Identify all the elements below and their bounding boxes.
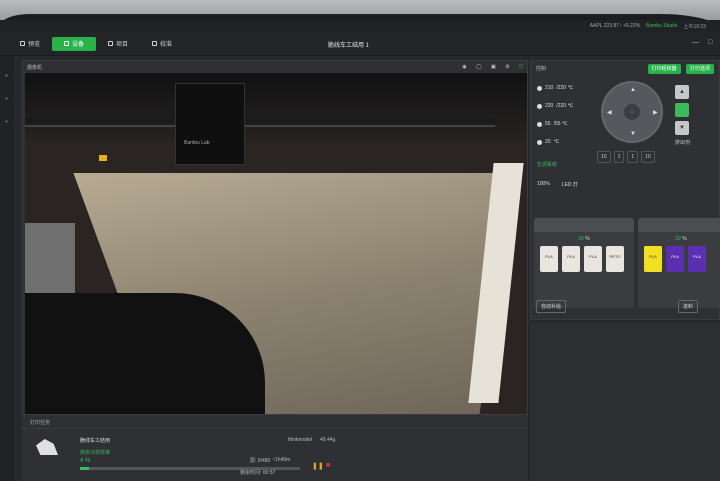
- print-checker-button[interactable]: 打印经核器: [647, 63, 681, 74]
- status-app: Bambu Studio: [646, 23, 678, 29]
- ams-slot[interactable]: PLA: [584, 246, 602, 272]
- camera-header: 摄像机: [27, 65, 43, 71]
- ams-slot[interactable]: PLA: [562, 246, 580, 272]
- chamber-icon: [537, 139, 542, 145]
- control-header: 控制: [536, 65, 547, 72]
- task-name: 脆线车工结用: [80, 438, 111, 444]
- ams-unit-header[interactable]: [638, 218, 720, 232]
- record-icon[interactable]: ◉: [462, 64, 466, 70]
- fan-system-label[interactable]: 空调系统: [537, 161, 557, 168]
- jog-step-button[interactable]: 1: [613, 151, 625, 163]
- sidebar-item-icon[interactable]: ▸: [0, 118, 14, 125]
- tab-preview[interactable]: 预览: [8, 37, 52, 51]
- nozzle-icon: [537, 85, 542, 91]
- bambu-studio-window: 预览 设备 项目 校准 脆线车工结用 1 — □ ▸ ▸ ▸ 摄像机 ◉ ◯ ▣…: [0, 32, 720, 481]
- print-task-panel: 打印任务 脆线车工结用 热床冷却校准 4 % 层: 0/480 ~1h40m 剩…: [22, 414, 528, 481]
- camera-panel: 摄像机 ◉ ◯ ▣ ⚙ ⏻ Bambu Lab ⚙: [22, 60, 528, 432]
- task-percent: 4 %: [80, 458, 91, 464]
- bed-icon: [537, 121, 542, 127]
- arrow-left-icon[interactable]: ◀: [607, 109, 612, 116]
- stop-button[interactable]: ■: [326, 462, 330, 469]
- tab-device[interactable]: 设备: [52, 36, 97, 51]
- toolhead: Bambu Lab: [175, 83, 245, 165]
- jog-steps: 10 1 1 10: [597, 151, 655, 163]
- tab-project[interactable]: 项目: [96, 37, 140, 51]
- tab-calibration[interactable]: 校准: [140, 37, 184, 51]
- clock: 上午10:23: [683, 23, 706, 30]
- temp-row[interactable]: 210/220 ℃: [537, 79, 587, 97]
- task-remaining: 剩余时间: 00:57: [240, 470, 276, 476]
- ams-slot[interactable]: PLA: [688, 246, 706, 272]
- device-icon: [64, 41, 70, 46]
- arrow-down-icon[interactable]: ▼: [630, 131, 636, 137]
- ams-humidity: 26: [578, 236, 584, 242]
- window-title: 脆线车工结用 1: [328, 43, 370, 49]
- preview-icon: [20, 41, 25, 46]
- timelapse-icon[interactable]: ◯: [476, 64, 482, 70]
- stock-ticker: AAPL 223.87↑ +5.22%: [589, 23, 641, 29]
- ams-slot[interactable]: PLA: [666, 246, 684, 272]
- blank-area: [530, 322, 720, 481]
- toolhead-brand: Bambu Lab: [184, 140, 210, 146]
- feed-button[interactable]: 进料: [678, 300, 699, 313]
- ams-unit-1: 26 % PLA PLA PLA PETG: [534, 218, 634, 308]
- jog-step-button[interactable]: 10: [597, 151, 611, 163]
- camera-feed: Bambu Lab: [25, 73, 527, 423]
- xy-jog-dial[interactable]: ▲ ▼ ◀ ▶ ⌂: [601, 81, 663, 143]
- extrude-label: 挤出剂: [675, 140, 691, 146]
- ams-unit-2: 32 % PETG PLA PLA PLA: [638, 218, 720, 308]
- ams-panel: 26 % PLA PLA PLA PETG 32 % PETG PLA PLA …: [534, 218, 720, 318]
- extrude-down-button[interactable]: ▼: [675, 121, 689, 135]
- temperature-list: 210/220 ℃ 220/220 ℃ 55/55 ℃ 20 ℃: [537, 79, 587, 151]
- task-stage: 热床冷却校准: [80, 450, 111, 456]
- task-weight: 49.44g: [320, 437, 336, 443]
- arrow-up-icon[interactable]: ▲: [630, 87, 636, 93]
- device-sidebar: ▸ ▸ ▸: [0, 56, 14, 481]
- ams-unit-header[interactable]: [534, 218, 634, 232]
- top-navigation: 预览 设备 项目 校准 脆线车工结用 1 — □: [0, 32, 720, 56]
- ams-slot[interactable]: PLA: [540, 246, 558, 272]
- power-icon[interactable]: ⏻: [519, 64, 523, 70]
- jog-step-button[interactable]: 1: [627, 151, 639, 163]
- ams-slot[interactable]: PLA: [644, 246, 662, 272]
- task-header: 打印任务: [22, 415, 528, 429]
- home-icon[interactable]: ⌂: [624, 104, 640, 120]
- extrude-up-button[interactable]: ▲: [675, 85, 689, 99]
- camera-icon[interactable]: ▣: [491, 64, 496, 70]
- task-model: thinkmodel: [288, 437, 313, 443]
- task-eta: ~1h40m: [272, 457, 291, 463]
- auto-refill-button[interactable]: 自动补给: [536, 300, 567, 313]
- temp-row[interactable]: 55/55 ℃: [537, 115, 587, 133]
- led-toggle[interactable]: LED 灯: [562, 181, 578, 188]
- model-thumbnail: [36, 439, 58, 455]
- pause-button[interactable]: ❚❚: [312, 462, 324, 470]
- print-options-button[interactable]: 打印选项: [685, 63, 714, 74]
- sidebar-item-icon[interactable]: ▸: [0, 95, 14, 102]
- project-icon: [108, 41, 114, 46]
- task-layer: 层: 0/480: [250, 458, 271, 464]
- jog-step-button[interactable]: 10: [641, 151, 655, 163]
- extruder-control: ▲ ▼ 挤出剂: [675, 85, 715, 155]
- settings-icon[interactable]: ⚙: [505, 64, 509, 70]
- fan-percent: 100%: [537, 181, 550, 187]
- arrow-right-icon[interactable]: ▶: [653, 109, 658, 116]
- temp-row[interactable]: 20 ℃: [537, 133, 587, 151]
- minimize-icon[interactable]: —: [692, 39, 699, 46]
- nozzle-icon: [537, 103, 542, 109]
- ams-humidity: 32: [675, 236, 681, 242]
- maximize-icon[interactable]: □: [708, 39, 712, 46]
- extruder-icon: [675, 103, 689, 117]
- temp-row[interactable]: 220/220 ℃: [537, 97, 587, 115]
- calibration-icon: [152, 41, 158, 46]
- ams-slot[interactable]: PETG: [606, 246, 624, 272]
- progress-fill: [80, 467, 89, 470]
- system-menubar: AAPL 223.87↑ +5.22% Bambu Studio 上午10:23: [0, 20, 720, 32]
- sidebar-toggle-icon[interactable]: ▸: [0, 72, 14, 79]
